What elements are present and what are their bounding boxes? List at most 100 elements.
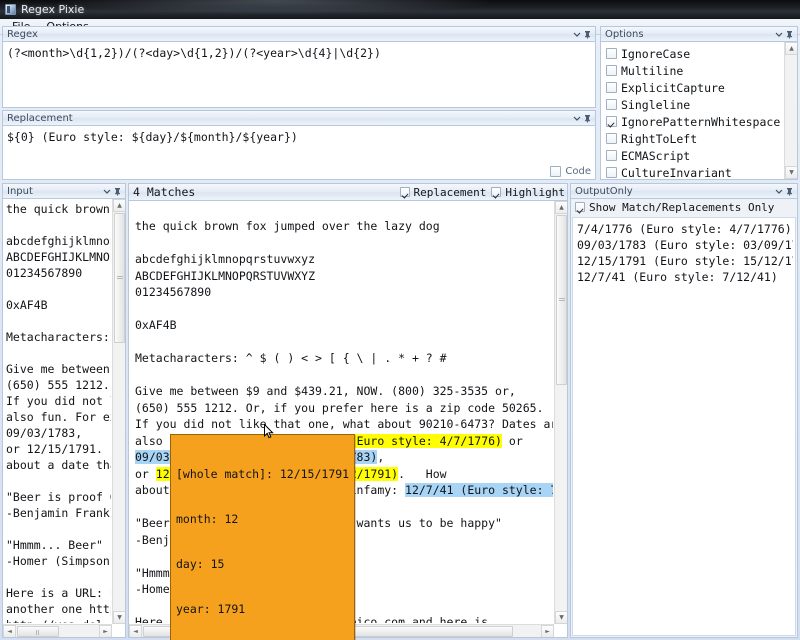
highlight-toggle-box[interactable] xyxy=(491,187,501,197)
scroll-up-icon[interactable]: ▲ xyxy=(113,199,126,212)
pin-icon[interactable] xyxy=(582,29,593,40)
scroll-left-icon[interactable]: ◄ xyxy=(129,625,142,638)
option-ignorepatternwhitespace[interactable]: IgnorePatternWhitespace xyxy=(606,113,783,130)
regex-panel-header: Regex xyxy=(2,26,596,41)
output-line: 09/03/1783 (Euro style: 03/09/1783) xyxy=(577,237,793,253)
chevron-down-icon[interactable] xyxy=(571,113,582,124)
options-panel-title: Options xyxy=(605,29,644,40)
pin-icon[interactable] xyxy=(784,29,795,40)
input-line xyxy=(6,569,111,585)
option-ignorecase-box[interactable] xyxy=(606,48,617,59)
input-line: 01234567890 xyxy=(6,265,111,281)
chevron-down-icon[interactable] xyxy=(571,29,582,40)
match-text: or xyxy=(135,467,156,481)
option-ignorepatternwhitespace-box[interactable] xyxy=(606,116,617,127)
option-ignorecase[interactable]: IgnoreCase xyxy=(606,45,783,62)
matches-vertical-scrollbar[interactable]: ▲ ▼ xyxy=(554,201,567,624)
option-righttoleft[interactable]: RightToLeft xyxy=(606,130,783,147)
option-ignorecase-label: IgnoreCase xyxy=(621,47,690,61)
options-vertical-scrollbar[interactable]: ▲ ▼ xyxy=(784,42,797,179)
replacement-input[interactable]: ${0} (Euro style: ${day}/${month}/${year… xyxy=(3,126,595,179)
replacement-panel-header: Replacement xyxy=(2,110,596,125)
option-singleline-box[interactable] xyxy=(606,99,617,110)
replacement-panel-title: Replacement xyxy=(7,113,73,124)
regex-panel-body: (?<month>\d{1,2})/(?<day>\d{1,2})/(?<yea… xyxy=(2,41,596,108)
scroll-right-icon[interactable]: ► xyxy=(99,625,112,638)
match-line: Metacharacters: ^ $ ( ) < > [ { \ | . * … xyxy=(135,350,553,367)
matches-panel-header: 4 Matches Replacement Highlight xyxy=(128,183,568,200)
input-hscroll-thumb[interactable] xyxy=(17,626,59,637)
match-line: 0xAF4B xyxy=(135,317,553,334)
window-title: Regex Pixie xyxy=(21,3,84,16)
input-panel-body: the quick brown fo abcdefghijklmnopqrABC… xyxy=(2,198,126,638)
option-righttoleft-box[interactable] xyxy=(606,133,617,144)
input-line: also fun. For exam xyxy=(6,409,111,425)
chevron-down-icon[interactable] xyxy=(773,186,784,197)
input-line: the quick brown fo xyxy=(6,201,111,217)
option-multiline[interactable]: Multiline xyxy=(606,62,783,79)
chevron-down-icon[interactable] xyxy=(773,29,784,40)
option-singleline-label: Singleline xyxy=(621,98,690,112)
pin-icon[interactable] xyxy=(582,113,593,124)
match-text: 01234567890 xyxy=(135,285,211,299)
matches-vscroll-thumb[interactable] xyxy=(556,215,567,385)
title-bar: Regex Pixie xyxy=(0,0,800,19)
match-line xyxy=(135,367,553,384)
option-singleline[interactable]: Singleline xyxy=(606,96,783,113)
output-line: 7/4/1776 (Euro style: 4/7/1776) xyxy=(577,221,793,237)
option-cultureinvariant-box[interactable] xyxy=(606,167,617,178)
scroll-down-icon[interactable]: ▼ xyxy=(555,611,568,624)
input-panel-header: Input xyxy=(2,183,126,198)
match-highlight-secondary[interactable]: 12/7/41 (Euro style: 7/12/41) xyxy=(405,483,553,497)
input-horizontal-scrollbar[interactable]: ◄ ► xyxy=(3,624,112,637)
pin-icon[interactable] xyxy=(112,186,123,197)
code-checkbox-label: Code xyxy=(565,166,591,177)
show-match-only-box[interactable] xyxy=(575,202,585,212)
output-line: 12/7/41 (Euro style: 7/12/41) xyxy=(577,269,793,285)
option-cultureinvariant[interactable]: CultureInvariant xyxy=(606,164,783,180)
match-line: abcdefghijklmnopqrstuvwxyz xyxy=(135,251,553,268)
show-match-only-label: Show Match/Replacements Only xyxy=(589,201,774,214)
match-line xyxy=(135,334,553,351)
scroll-down-icon[interactable]: ▼ xyxy=(785,166,798,179)
scroll-up-icon[interactable]: ▲ xyxy=(785,42,798,55)
tooltip-line-month: month: 12 xyxy=(176,512,349,527)
match-text: ABCDEFGHIJKLMNOPQRSTUVWXYZ xyxy=(135,269,315,283)
code-checkbox[interactable]: Code xyxy=(550,165,591,178)
regex-input[interactable]: (?<month>\d{1,2})/(?<day>\d{1,2})/(?<yea… xyxy=(3,42,595,107)
match-line xyxy=(135,301,553,318)
chevron-down-icon[interactable] xyxy=(101,186,112,197)
mouse-cursor xyxy=(264,424,275,440)
input-line: If you did not lik xyxy=(6,393,111,409)
option-multiline-box[interactable] xyxy=(606,65,617,76)
output-textarea[interactable]: 7/4/1776 (Euro style: 4/7/1776)09/03/178… xyxy=(577,221,793,285)
pin-icon[interactable] xyxy=(784,186,795,197)
option-explicitcapture-box[interactable] xyxy=(606,82,617,93)
option-explicitcapture-label: ExplicitCapture xyxy=(621,81,725,95)
output-panel-body: Show Match/Replacements Only 7/4/1776 (E… xyxy=(570,198,798,638)
input-line xyxy=(6,281,111,297)
replacement-toggle-box[interactable] xyxy=(400,187,410,197)
input-vscroll-thumb[interactable] xyxy=(114,213,125,343)
options-panel: Options IgnoreCase Multiline xyxy=(600,26,798,180)
scroll-up-icon[interactable]: ▲ xyxy=(555,201,568,214)
show-match-only-checkbox[interactable]: Show Match/Replacements Only xyxy=(571,199,797,215)
option-explicitcapture[interactable]: ExplicitCapture xyxy=(606,79,783,96)
input-textarea[interactable]: the quick brown fo abcdefghijklmnopqrABC… xyxy=(6,201,111,623)
input-vertical-scrollbar[interactable]: ▲ ▼ xyxy=(112,199,125,624)
highlight-toggle[interactable]: Highlight xyxy=(491,186,565,199)
code-checkbox-box[interactable] xyxy=(550,166,561,177)
scroll-right-icon[interactable]: ► xyxy=(541,625,554,638)
option-ecmascript-box[interactable] xyxy=(606,150,617,161)
scroll-left-icon[interactable]: ◄ xyxy=(3,625,16,638)
scroll-down-icon[interactable]: ▼ xyxy=(113,611,126,624)
match-line: (650) 555 1212. Or, if you prefer here i… xyxy=(135,400,553,417)
match-text: abcdefghijklmnopqrstuvwxyz xyxy=(135,252,315,266)
options-panel-header: Options xyxy=(600,26,798,41)
tooltip-line-day: day: 15 xyxy=(176,557,349,572)
replacement-toggle[interactable]: Replacement xyxy=(400,186,487,199)
options-list: IgnoreCase Multiline ExplicitCapture Sin… xyxy=(606,45,783,180)
option-ecmascript[interactable]: ECMAScript xyxy=(606,147,783,164)
input-line: about a date that xyxy=(6,457,111,473)
option-ecmascript-label: ECMAScript xyxy=(621,149,690,163)
